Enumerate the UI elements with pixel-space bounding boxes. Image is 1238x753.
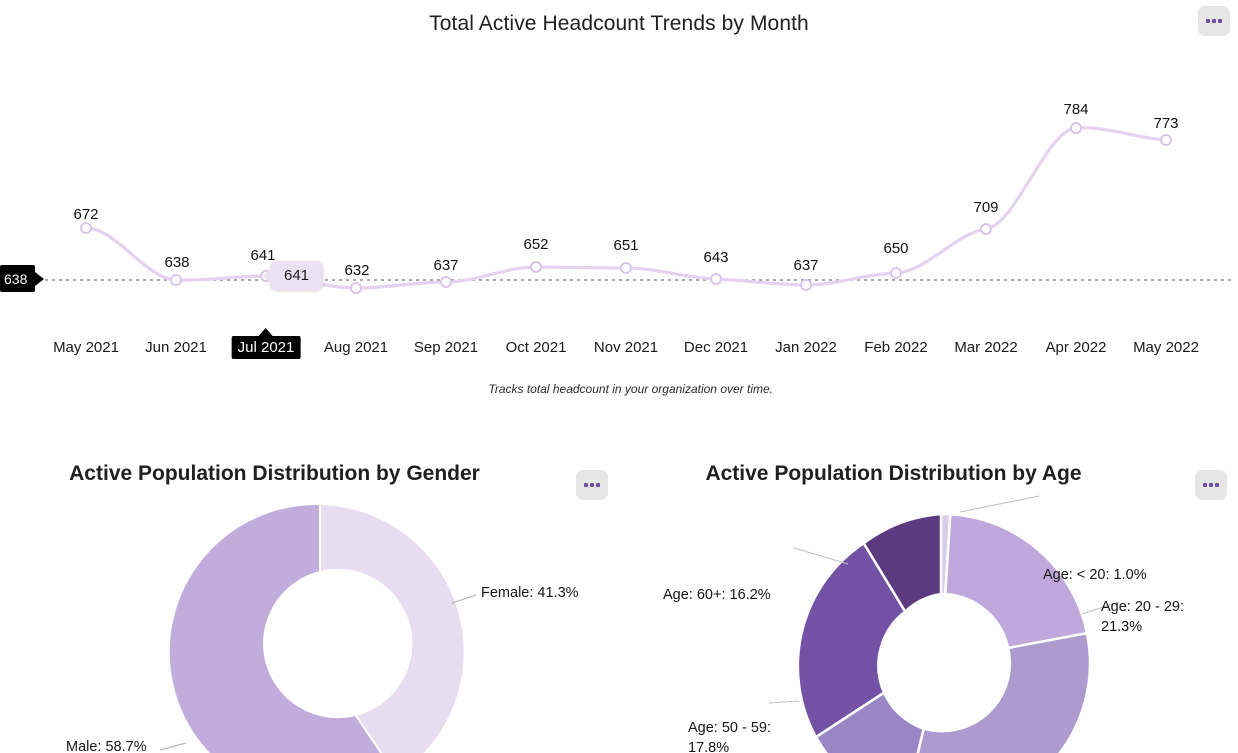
age-panel-title: Active Population Distribution by Age (705, 462, 1082, 485)
headcount-trend-panel: Total Active Headcount Trends by Month 6… (0, 0, 1238, 412)
data-label: 651 (613, 237, 639, 254)
age-label-50-59: Age: 50 - 59: 17.8% (688, 720, 772, 753)
kebab-dot-icon (1215, 483, 1219, 487)
data-label: 638 (164, 254, 190, 271)
badge-pointer-icon (35, 271, 45, 286)
dashboard-page: Total Active Headcount Trends by Month 6… (0, 0, 1238, 753)
age-label-60-plus: Age: 60+: 16.2% (663, 587, 771, 603)
x-tick-may-2021[interactable]: May 2021 (47, 336, 125, 359)
active-tick-pointer-icon (259, 328, 273, 336)
gender-label-male: Male: 58.7% (66, 739, 147, 753)
x-tick-oct-2021[interactable]: Oct 2021 (500, 336, 573, 359)
gender-donut-chart[interactable]: Female: 41.3% Male: 58.7% (0, 490, 619, 753)
kebab-dot-icon (1203, 483, 1207, 487)
age-slice-30-39 (916, 631, 1092, 753)
gender-slice-female (319, 502, 466, 753)
x-tick-aug-2021[interactable]: Aug 2021 (318, 336, 394, 359)
kebab-dot-icon (590, 483, 594, 487)
age-slices (796, 512, 1092, 753)
kebab-dot-icon (1209, 483, 1213, 487)
age60plus-leader-line (793, 547, 849, 565)
data-label: 632 (344, 262, 370, 279)
line-chart-markers (80, 122, 1172, 294)
headcount-panel-menu-button[interactable] (1198, 6, 1230, 36)
kebab-dot-icon (1206, 19, 1210, 23)
kebab-dot-icon (1218, 19, 1222, 23)
baseline-value-text: 638 (4, 270, 28, 287)
x-tick-may-2022[interactable]: May 2022 (1127, 336, 1205, 359)
age-donut-chart[interactable]: Age: < 20: 1.0% Age: 20 - 29: 21.3% Age:… (619, 490, 1238, 753)
gender-slices (167, 502, 466, 753)
kebab-dot-icon (1212, 19, 1216, 23)
age-distribution-panel: Active Population Distribution by Age Ag… (619, 440, 1238, 753)
x-tick-label: Jul 2021 (237, 339, 295, 356)
tooltip-value-text: 641 (284, 267, 310, 284)
headcount-line-chart[interactable]: 672 638 641 632 637 652 651 643 637 650 … (0, 46, 1238, 296)
data-label: 637 (433, 257, 459, 274)
headcount-panel-caption: Tracks total headcount in your organizat… (488, 382, 773, 396)
gender-label-female: Female: 41.3% (481, 585, 579, 601)
data-label: 784 (1063, 101, 1089, 118)
x-tick-apr-2022[interactable]: Apr 2022 (1040, 336, 1113, 359)
age-label-20-29: Age: 20 - 29: 21.3% (1101, 599, 1185, 635)
x-tick-feb-2022[interactable]: Feb 2022 (858, 336, 933, 359)
data-label: 650 (883, 240, 909, 257)
x-tick-jan-2022[interactable]: Jan 2022 (769, 336, 843, 359)
data-label: 643 (703, 249, 729, 266)
kebab-dot-icon (596, 483, 600, 487)
age50-59-leader-line (768, 700, 800, 704)
data-label: 773 (1153, 115, 1179, 132)
x-tick-jun-2021[interactable]: Jun 2021 (139, 336, 213, 359)
gender-donut-svg (159, 502, 477, 753)
baseline-value-badge: 638 (0, 265, 45, 292)
data-label: 637 (793, 257, 819, 274)
gender-distribution-panel: Active Population Distribution by Gender… (0, 440, 619, 753)
x-tick-jul-2021[interactable]: Jul 2021 (231, 328, 301, 359)
x-axis: May 2021 Jun 2021 Jul 2021 Aug 2021 Sep … (0, 328, 1238, 366)
under20-leader-line (959, 495, 1040, 513)
x-tick-nov-2021[interactable]: Nov 2021 (588, 336, 664, 359)
kebab-dot-icon (584, 483, 588, 487)
data-label: 641 (250, 247, 276, 264)
datapoint-tooltip: 641 (263, 261, 324, 290)
x-tick-sep-2021[interactable]: Sep 2021 (408, 336, 484, 359)
gender-panel-title: Active Population Distribution by Gender (69, 462, 480, 485)
page-title: Total Active Headcount Trends by Month (429, 12, 809, 35)
age-label-under-20: Age: < 20: 1.0% (1043, 567, 1147, 583)
x-tick-dec-2021[interactable]: Dec 2021 (678, 336, 754, 359)
data-label: 709 (973, 199, 999, 216)
data-label: 652 (523, 236, 549, 253)
x-tick-mar-2022[interactable]: Mar 2022 (948, 336, 1023, 359)
data-label: 672 (73, 206, 99, 223)
tooltip-pointer-icon (263, 268, 271, 283)
male-leader-line (159, 742, 187, 751)
